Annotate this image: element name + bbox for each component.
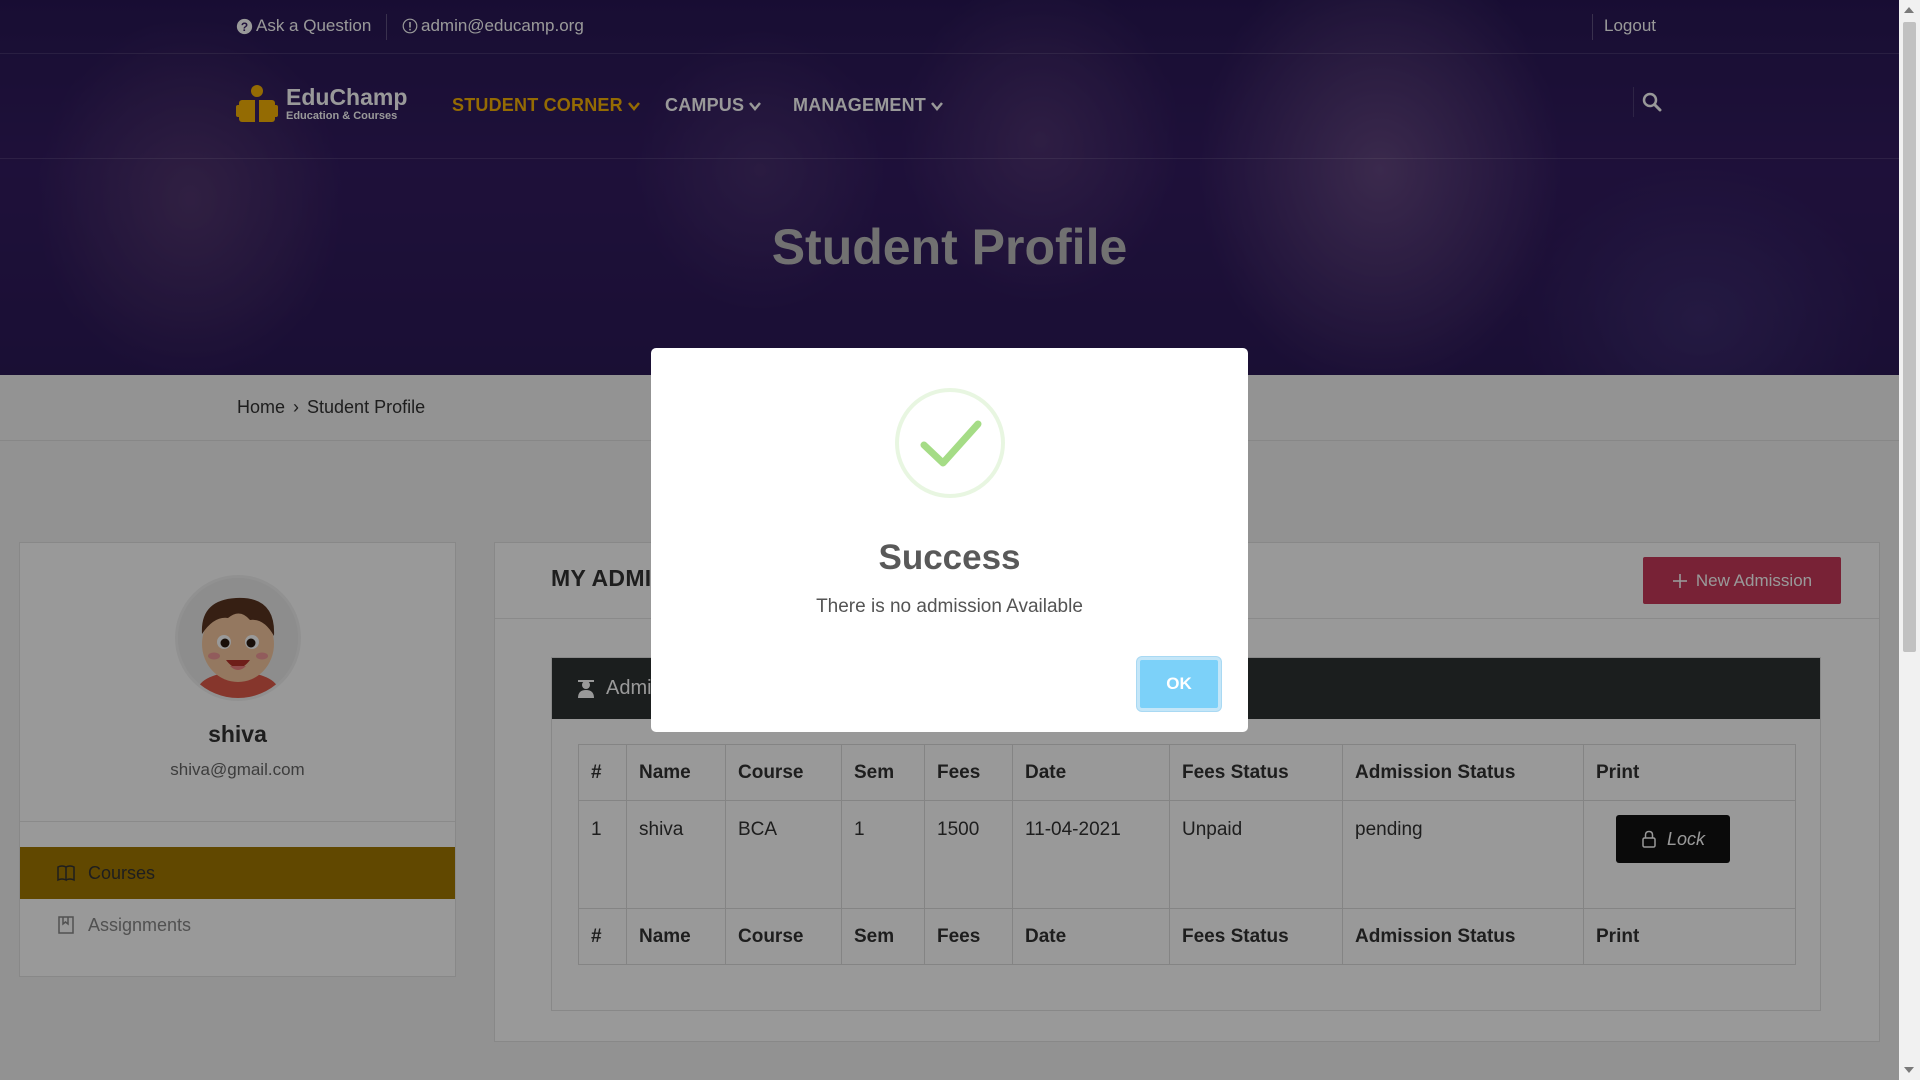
success-dialog: Success There is no admission Available …: [651, 348, 1248, 732]
success-check-icon: [895, 388, 1005, 498]
ok-button[interactable]: OK: [1137, 657, 1221, 711]
dialog-message: There is no admission Available: [816, 596, 1083, 617]
dialog-title: Success: [878, 538, 1021, 577]
scroll-down-arrow-icon[interactable]: [1904, 1067, 1914, 1073]
scroll-up-arrow-icon[interactable]: [1904, 7, 1914, 13]
scroll-thumb[interactable]: [1903, 22, 1916, 652]
page-scrollbar[interactable]: [1899, 0, 1920, 1080]
checkmark-icon: [920, 420, 982, 467]
